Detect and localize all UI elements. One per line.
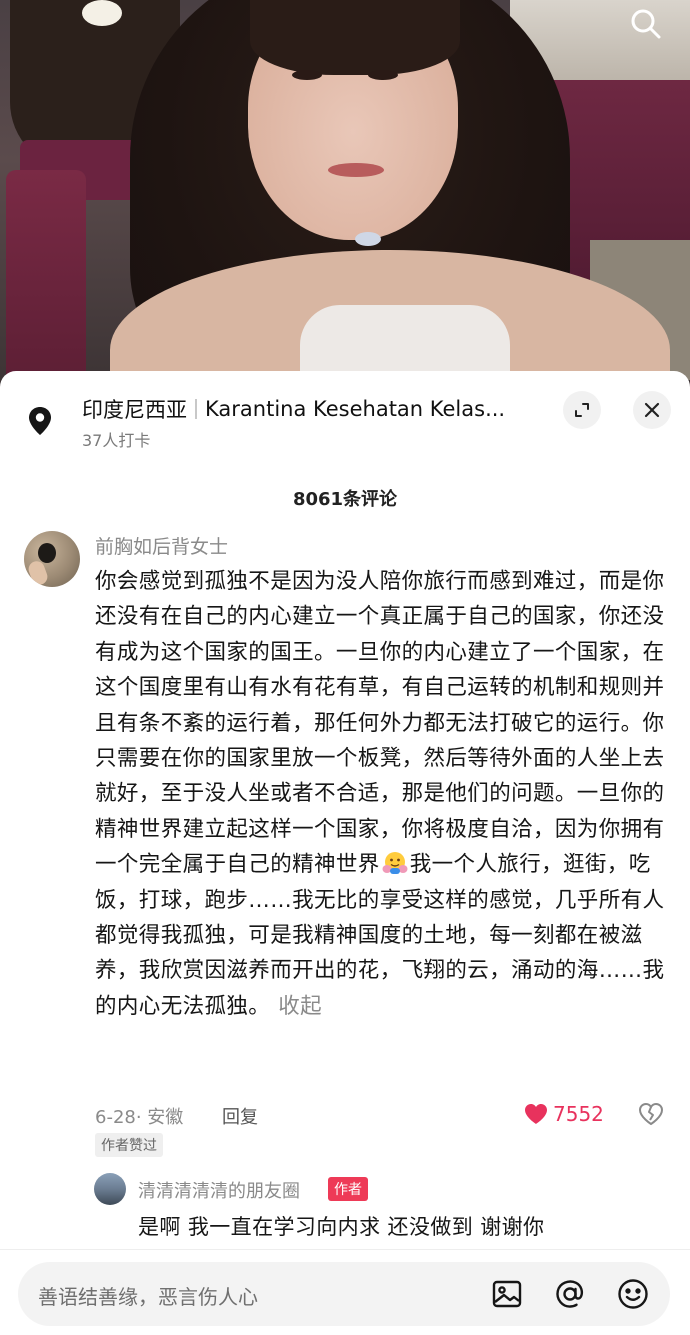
like-button[interactable]: 7552 bbox=[523, 1100, 604, 1128]
author-badge: 作者 bbox=[328, 1177, 368, 1201]
scene-hair-flower bbox=[82, 0, 122, 26]
location-title[interactable]: 印度尼西亚 Karantina Kesehatan Kelas... bbox=[82, 393, 542, 425]
search-icon[interactable] bbox=[628, 6, 664, 42]
location-pin-icon bbox=[26, 405, 54, 437]
emoji-icon[interactable] bbox=[616, 1277, 650, 1311]
like-count: 7552 bbox=[553, 1102, 604, 1126]
close-icon bbox=[644, 402, 660, 418]
comment-text: 你会感觉到孤独不是因为没人陪你旅行而感到难过，而是你还没有在自己的内心建立一个真… bbox=[95, 564, 667, 1024]
subject-mouth bbox=[328, 163, 384, 177]
subject-necklace bbox=[355, 232, 381, 246]
expand-button[interactable] bbox=[563, 391, 601, 429]
dislike-button[interactable] bbox=[638, 1102, 664, 1126]
location-divider bbox=[195, 399, 197, 419]
reply-username[interactable]: 清清清清清的朋友圈 bbox=[138, 1177, 300, 1203]
hugging-face-emoji-icon bbox=[382, 851, 408, 875]
collapse-link[interactable]: 收起 bbox=[278, 994, 322, 1019]
broken-heart-icon bbox=[638, 1102, 664, 1126]
location-place: Karantina Kesehatan Kelas... bbox=[205, 397, 506, 421]
comment-text-part1: 你会感觉到孤独不是因为没人陪你旅行而感到难过，而是你还没有在自己的内心建立一个真… bbox=[95, 569, 665, 878]
comment-input-bar: 善语结善缘，恶言伤人心 bbox=[0, 1249, 690, 1335]
subject-eye-right bbox=[368, 70, 398, 80]
avatar-dog bbox=[38, 543, 56, 563]
comment-meta: 6-28· 安徽 bbox=[95, 1107, 184, 1128]
reply-button[interactable]: 回复 bbox=[222, 1103, 258, 1129]
at-icon[interactable] bbox=[553, 1277, 587, 1311]
comment-sheet: 印度尼西亚 Karantina Kesehatan Kelas... 37人打卡… bbox=[0, 371, 690, 1335]
avatar-arm bbox=[26, 558, 50, 587]
heart-icon bbox=[525, 1104, 547, 1124]
video-background[interactable] bbox=[0, 0, 690, 400]
subject-eye-left bbox=[292, 70, 322, 80]
reply-avatar[interactable] bbox=[94, 1173, 126, 1205]
location-checkins: 37人打卡 bbox=[82, 431, 151, 450]
comments-count-header: 8061条评论 bbox=[292, 489, 398, 510]
author-liked-badge: 作者赞过 bbox=[95, 1133, 163, 1157]
subject-bangs bbox=[250, 0, 460, 75]
expand-icon bbox=[575, 403, 589, 417]
close-button[interactable] bbox=[633, 391, 671, 429]
scene-seat-left bbox=[6, 170, 86, 380]
comment-username[interactable]: 前胸如后背女士 bbox=[95, 532, 228, 559]
location-country: 印度尼西亚 bbox=[82, 398, 187, 422]
reply-text: 是啊 我一直在学习向内求 还没做到 谢谢你 bbox=[138, 1215, 545, 1239]
avatar[interactable] bbox=[24, 531, 80, 587]
image-icon[interactable] bbox=[490, 1277, 524, 1311]
comment-input-placeholder[interactable]: 善语结善缘，恶言伤人心 bbox=[38, 1281, 258, 1310]
